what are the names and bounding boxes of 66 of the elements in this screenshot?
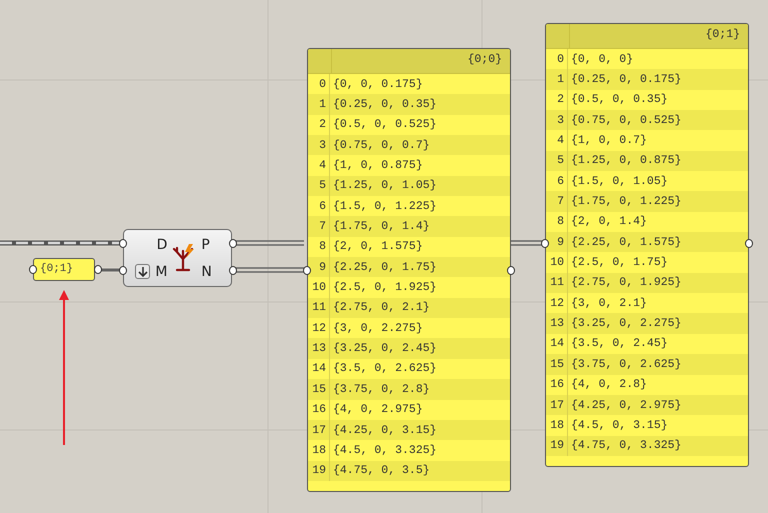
list-item: {4.75, 0, 3.325} [570,439,682,452]
list-item: {1.75, 0, 1.225} [570,195,682,208]
list-item: {1, 0, 0.875} [332,159,423,172]
list-item: {1.5, 0, 1.225} [332,200,437,213]
component-node[interactable]: D M P N [123,229,232,287]
data-panel[interactable] [545,23,749,467]
connector-grip[interactable] [229,239,237,248]
list-item: {0, 0, 0.175} [332,78,423,91]
list-item: {0.75, 0, 0.525} [570,114,682,127]
list-item: {3, 0, 2.1} [570,296,647,310]
list-item: {4, 0, 2.975} [332,403,423,416]
list-item: {0.5, 0, 0.525} [332,118,437,132]
list-item: {3, 0, 2.275} [332,322,423,335]
list-item: {2.75, 0, 1.925} [570,276,682,290]
list-item: {0, 0, 0} [570,52,634,66]
list-item: {4.5, 0, 3.15} [570,418,668,432]
list-item: {0.5, 0, 0.35} [570,93,668,106]
list-item: {0.25, 0, 0.35} [332,98,437,112]
list-item: {2.5, 0, 1.925} [332,281,437,294]
list-item: {2.5, 0, 1.75} [570,256,668,270]
list-item: {0.75, 0, 0.7} [332,138,430,152]
panel-header: {0;1} [704,27,741,43]
input-label: M [155,264,168,280]
list-item: {2, 0, 1.575} [332,240,423,254]
connector-grip[interactable] [119,266,127,275]
list-item: {3.5, 0, 2.45} [570,337,668,350]
row-index: 19 [308,460,330,481]
list-item: {3.25, 0, 2.275} [570,317,682,330]
list-item: {2.75, 0, 2.1} [332,301,430,314]
output-label: P [201,236,210,252]
wire [100,268,120,272]
list-item: {4.5, 0, 3.325} [332,444,437,457]
list-item: {4, 0, 2.8} [570,378,647,392]
wire [235,267,304,273]
row-index: 19 [546,436,568,456]
list-item: {1.5, 0, 1.05} [570,174,668,188]
list-item: {3.75, 0, 2.625} [570,358,682,371]
connector-grip[interactable] [541,239,549,248]
output-label: N [201,264,212,280]
list-item: {1, 0, 0.7} [570,134,647,148]
list-item: {4.75, 0, 3.5} [332,464,430,478]
list-item: {0.25, 0, 0.175} [570,73,682,86]
connector-grip[interactable] [119,239,127,248]
connector-grip[interactable] [29,265,37,274]
list-item: {4.25, 0, 2.975} [570,398,682,412]
panel-param[interactable]: {0;1} [33,258,95,281]
wire [511,240,542,246]
list-item: {1.25, 0, 1.05} [332,179,437,192]
list-item: {3.75, 0, 2.8} [332,382,430,396]
panel-header: {0;0} [466,52,503,68]
list-item: {1.25, 0, 0.875} [570,154,682,168]
list-item: {2, 0, 1.4} [570,215,647,228]
list-item: {2.25, 0, 1.575} [570,236,682,249]
connector-grip[interactable] [303,266,311,275]
wire [235,240,304,246]
connector-grip[interactable] [94,265,102,274]
list-item: {2.25, 0, 1.75} [332,260,437,274]
list-item: {3.5, 0, 2.625} [332,362,437,376]
connector-grip[interactable] [745,239,753,248]
list-item: {1.75, 0, 1.4} [332,220,430,234]
list-item: {3.25, 0, 2.45} [332,342,437,356]
list-item: {4.25, 0, 3.15} [332,424,437,437]
connector-grip[interactable] [229,266,237,275]
connector-grip[interactable] [507,266,515,275]
data-panel[interactable] [307,48,511,492]
input-label: D [156,236,168,252]
